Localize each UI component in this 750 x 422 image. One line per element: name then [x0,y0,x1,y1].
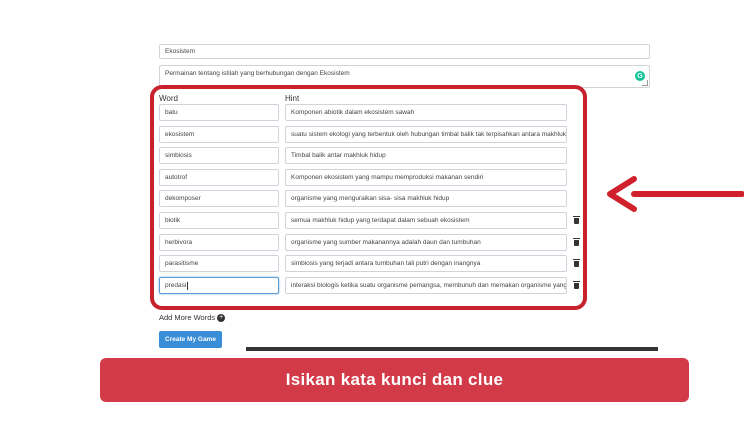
hint-value: organisme yang sumber makanannya adalah … [291,239,481,246]
word-input[interactable]: herbivora [159,234,279,251]
hint-value: suatu sistem ekologi yang terbentuk oleh… [291,131,567,138]
plus-circle-icon[interactable]: + [217,313,226,322]
word-value: ekosistem [165,131,195,138]
hint-input[interactable]: organisme yang sumber makanannya adalah … [285,234,567,251]
scroll-divider-bar [246,347,658,351]
word-value: predasi [165,282,187,289]
hint-input[interactable]: simbiosis yang terjadi antara tumbuhan t… [285,255,567,272]
hint-value: simbiosis yang terjadi antara tumbuhan t… [291,260,481,267]
game-description-value: Permainan tentang istilah yang berhubung… [165,70,350,77]
word-value: autotrof [165,174,188,181]
game-title-value: Ekosistem [165,48,195,55]
hint-value: interaksi biologis ketika suatu organism… [291,282,567,289]
hint-column-header: Hint [285,94,300,103]
annotation-arrow-icon [607,176,744,212]
hint-value: Komponen ekosistem yang mampu memproduks… [291,174,484,181]
hint-input[interactable]: interaksi biologis ketika suatu organism… [285,277,567,294]
trash-icon[interactable] [572,238,580,248]
word-input[interactable]: parasitisme [159,255,279,272]
word-value: biotik [165,217,181,224]
text-caret [187,281,189,290]
trash-icon[interactable] [572,281,580,291]
trash-glyph [572,281,580,289]
hint-value: Timbal balik antar makhluk hidup [291,152,386,159]
annotation-caption-text: Isikan kata kunci dan clue [285,370,504,389]
trash-glyph [572,238,580,246]
word-input[interactable]: predasi [159,277,279,294]
create-my-game-button[interactable]: Create My Game [159,331,222,348]
hint-value: Komponen abiotik dalam ekosistem sawah [291,109,415,116]
annotation-caption-banner: Isikan kata kunci dan clue [100,358,689,402]
word-input[interactable]: dekomposer [159,190,279,207]
hint-value: semua makhluk hidup yang terdapat dalam … [291,217,470,224]
hint-input[interactable]: semua makhluk hidup yang terdapat dalam … [285,212,567,229]
trash-glyph [572,216,580,224]
game-title-input[interactable]: Ekosistem [159,44,650,59]
word-column-header: Word [159,94,178,103]
hint-input[interactable]: suatu sistem ekologi yang terbentuk oleh… [285,126,567,143]
word-value: dekomposer [165,195,201,202]
word-value: parasitisme [165,260,199,267]
add-more-words-label: Add More Words [159,313,216,322]
hint-input[interactable]: Komponen abiotik dalam ekosistem sawah [285,104,567,121]
word-input[interactable]: ekosistem [159,126,279,143]
word-value: simbiosis [165,152,192,159]
hint-input[interactable]: Komponen ekosistem yang mampu memproduks… [285,169,567,186]
hint-value: organisme yang menguraikan sisa- sisa ma… [291,195,450,202]
word-value: herbivora [165,239,193,246]
trash-icon[interactable] [572,259,580,269]
trash-glyph [572,259,580,267]
word-input[interactable]: biotik [159,212,279,229]
trash-icon[interactable] [572,216,580,226]
word-input[interactable]: batu [159,104,279,121]
resize-grip-icon[interactable] [642,80,648,86]
hint-input[interactable]: organisme yang menguraikan sisa- sisa ma… [285,190,567,207]
hint-input[interactable]: Timbal balik antar makhluk hidup [285,147,567,164]
word-input[interactable]: simbiosis [159,147,279,164]
word-value: batu [165,109,178,116]
word-input[interactable]: autotrof [159,169,279,186]
add-more-words-link[interactable]: Add More Words + [159,313,226,322]
